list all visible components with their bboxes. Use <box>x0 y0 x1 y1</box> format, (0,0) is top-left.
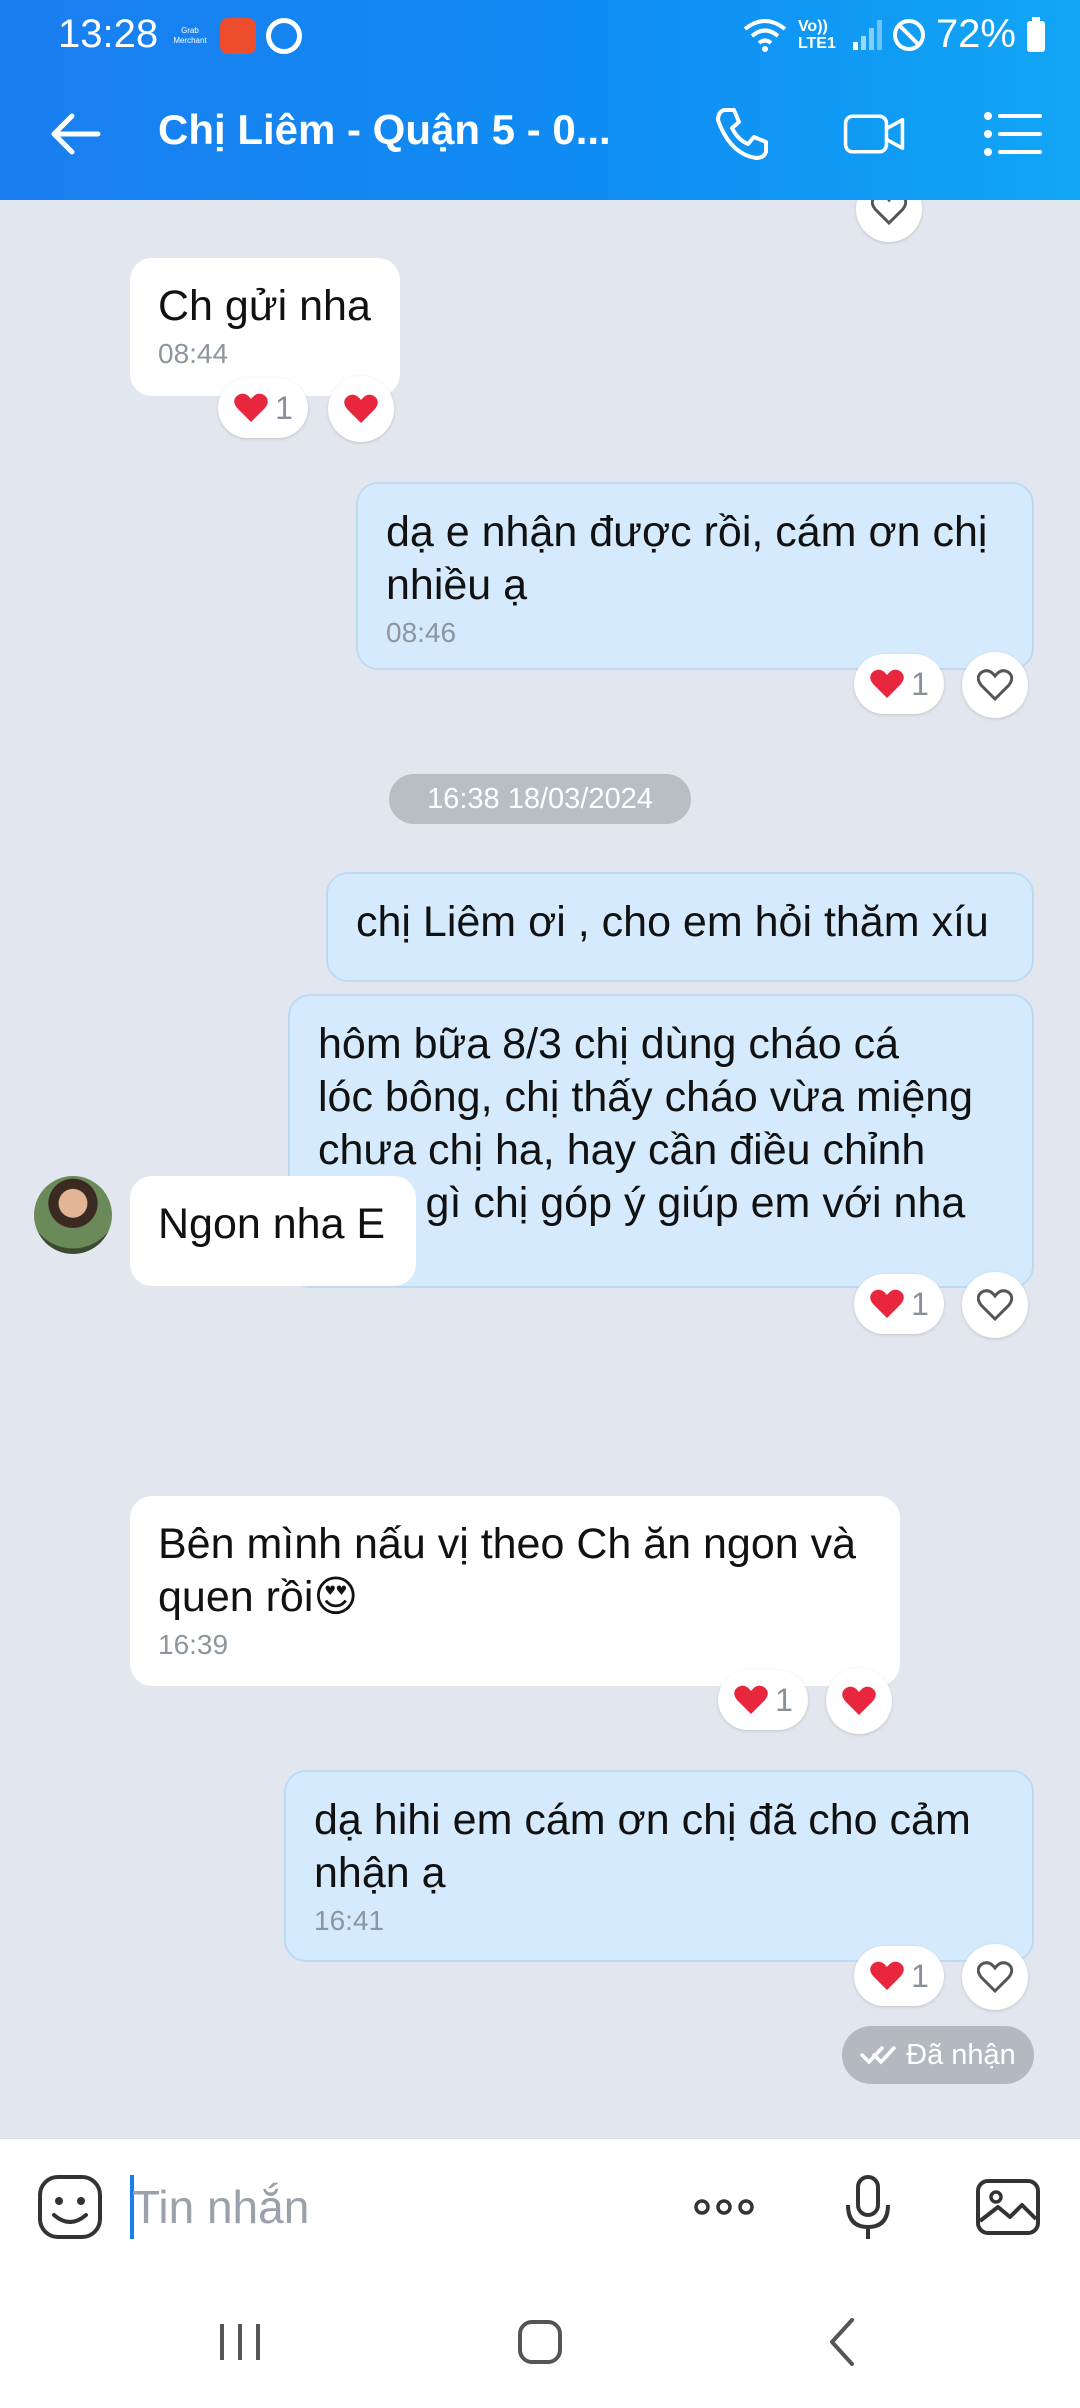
top-bar: 13:28 Grab Merchant Vo)) LTE1 72% Chị Li… <box>0 0 1080 200</box>
heart-outline-icon <box>871 200 907 225</box>
more-icon[interactable] <box>690 2173 758 2241</box>
heart-outline-icon <box>977 1289 1013 1321</box>
system-nav-bar <box>0 2274 1080 2408</box>
message-input[interactable] <box>132 2175 652 2239</box>
heart-icon <box>344 394 378 423</box>
reaction-count: 1 <box>275 389 293 426</box>
reaction-button[interactable] <box>962 1272 1028 1338</box>
heart-icon <box>734 1685 768 1714</box>
microphone-icon[interactable] <box>834 2173 902 2241</box>
recent-apps-icon[interactable] <box>200 2310 280 2374</box>
message-text: chị Liêm ơi , cho em hỏi thăm xíu <box>356 898 989 946</box>
reaction-button[interactable] <box>962 652 1028 718</box>
reaction-count: 1 <box>911 665 929 702</box>
heart-icon <box>842 1686 876 1715</box>
message-bubble-incoming[interactable]: Bên mình nấu vị theo Ch ăn ngon và quen … <box>130 1496 900 1686</box>
home-icon[interactable] <box>500 2310 580 2374</box>
message-time: 16:41 <box>314 1905 385 1936</box>
do-not-disturb-icon <box>892 18 925 51</box>
message-bubble-outgoing[interactable]: dạ hihi em cám ơn chị đã cho cảm nhận ạ … <box>284 1770 1034 1962</box>
message-bubble-outgoing[interactable]: chị Liêm ơi , cho em hỏi thăm xíu <box>326 872 1034 982</box>
image-icon[interactable] <box>974 2173 1042 2241</box>
signal-icon <box>852 19 882 50</box>
status-bar: 13:28 Grab Merchant Vo)) LTE1 72% <box>0 0 1080 68</box>
wifi-icon <box>743 18 787 52</box>
zalo-notification-icon <box>266 18 302 54</box>
delivery-status-label: Đã nhận <box>906 2038 1016 2071</box>
message-time: 08:44 <box>158 338 229 369</box>
reaction-count-badge[interactable]: 1 <box>854 1946 944 2006</box>
status-time: 13:28 <box>58 12 159 56</box>
date-separator: 16:38 18/03/2024 <box>389 774 691 824</box>
sticker-icon[interactable] <box>36 2173 104 2241</box>
message-text: Bên mình nấu vị theo Ch ăn ngon và quen … <box>158 1520 857 1621</box>
shopee-partner-icon <box>220 18 256 54</box>
heart-outline-icon <box>977 1961 1013 1993</box>
reaction-button[interactable] <box>856 200 922 242</box>
double-check-icon <box>860 2046 896 2065</box>
heart-icon <box>870 669 904 698</box>
reaction-count-badge[interactable]: 1 <box>718 1670 808 1730</box>
reaction-button[interactable] <box>826 1668 892 1734</box>
back-icon[interactable] <box>804 2310 884 2374</box>
reaction-count-badge[interactable]: 1 <box>854 1274 944 1334</box>
reaction-count: 1 <box>775 1681 793 1718</box>
message-text: Ngon nha E <box>158 1200 386 1248</box>
message-text: dạ e nhận được rồi, cám ơn chị nhiều ạ <box>386 508 988 609</box>
status-right: Vo)) LTE1 72% <box>742 12 1046 57</box>
delivery-status: Đã nhận <box>842 2026 1034 2084</box>
heart-outline-icon <box>977 669 1013 701</box>
reaction-count-badge[interactable]: 1 <box>854 654 944 714</box>
message-time: 16:38 <box>318 1234 1004 1268</box>
video-call-icon[interactable] <box>842 102 906 166</box>
menu-list-icon[interactable] <box>980 102 1044 166</box>
reaction-count-badge[interactable]: 1 <box>218 378 308 438</box>
contact-avatar[interactable] <box>34 1176 112 1254</box>
battery-percent: 72% <box>935 12 1016 56</box>
reaction-button[interactable] <box>328 376 394 442</box>
message-bubble-outgoing[interactable]: dạ e nhận được rồi, cám ơn chị nhiều ạ 0… <box>356 482 1034 670</box>
message-text: Ch gửi nha <box>158 282 371 330</box>
heart-icon <box>234 393 268 422</box>
chat-title[interactable]: Chị Liêm - Quận 5 - 0... <box>158 106 611 154</box>
heart-icon <box>870 1289 904 1318</box>
reaction-count: 1 <box>911 1285 929 1322</box>
message-time: 16:39 <box>158 1629 229 1660</box>
reaction-button[interactable] <box>962 1944 1028 2010</box>
message-text: hôm bữa 8/3 chị dùng cháo cá lóc bông, c… <box>318 1020 974 1227</box>
battery-icon <box>1027 16 1045 52</box>
grab-merchant-icon: Grab Merchant <box>173 26 207 45</box>
phone-icon[interactable] <box>710 102 774 166</box>
message-time: 08:46 <box>386 617 457 648</box>
heart-icon <box>870 1961 904 1990</box>
network-label: Vo)) LTE1 <box>797 17 836 52</box>
message-bubble-incoming[interactable]: Ngon nha E <box>130 1176 416 1286</box>
chat-header: Chị Liêm - Quận 5 - 0... <box>0 68 1080 200</box>
message-text: dạ hihi em cám ơn chị đã cho cảm nhận ạ <box>314 1796 971 1897</box>
message-input-bar <box>0 2138 1080 2274</box>
chat-area[interactable]: Ch gửi nha 08:44 1 dạ e nhận được rồi, c… <box>0 200 1080 2138</box>
back-arrow-icon[interactable] <box>44 102 108 166</box>
reaction-count: 1 <box>911 1957 929 1994</box>
